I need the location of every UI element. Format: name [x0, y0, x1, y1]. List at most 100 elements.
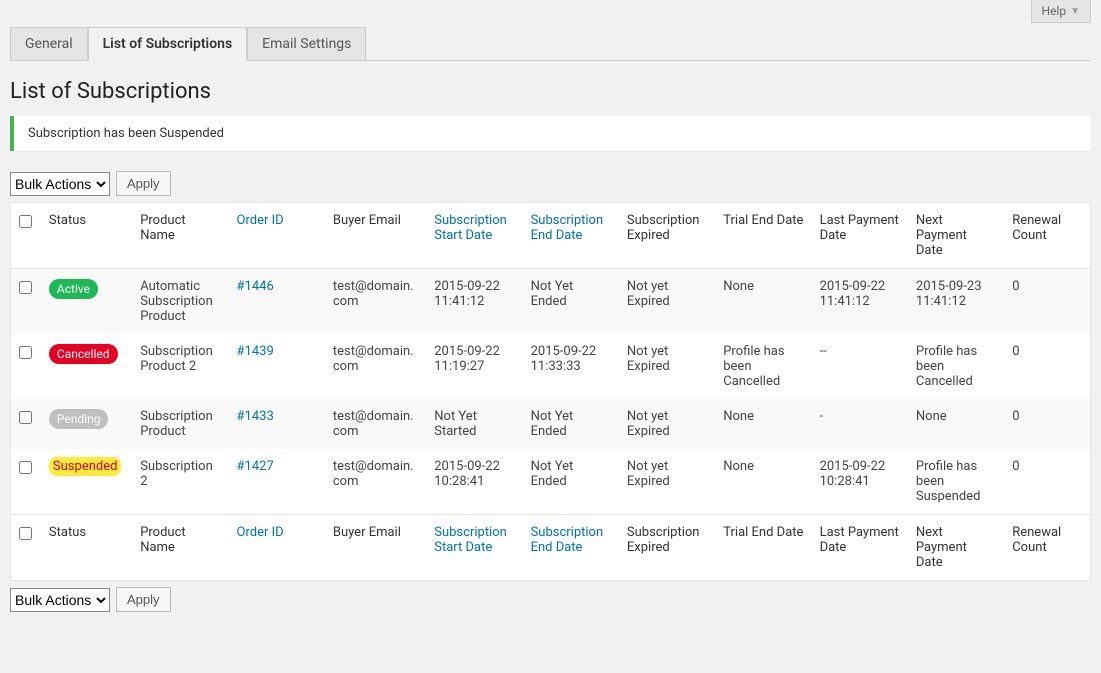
notice-text: Subscription has been Suspended	[28, 126, 224, 141]
order-link[interactable]: #1433	[237, 409, 274, 424]
row-checkbox[interactable]	[19, 346, 32, 359]
col-start-date[interactable]: Subscription Start Date	[426, 515, 522, 581]
cell-product-name: Subscription Product 2	[132, 334, 228, 399]
col-order-id[interactable]: Order ID	[229, 515, 325, 581]
col-last-payment: Last Payment Date	[812, 515, 908, 581]
cell-next-payment: None	[908, 399, 1004, 449]
cell-last-payment: 2015-09-22 10:28:41	[812, 449, 908, 515]
row-checkbox[interactable]	[19, 281, 32, 294]
cell-order-id: #1446	[229, 269, 325, 335]
col-renewal-count: Renewal Count	[1004, 203, 1090, 269]
cell-status: Cancelled	[41, 334, 132, 399]
col-order-id[interactable]: Order ID	[229, 203, 325, 269]
cell-next-payment: 2015-09-23 11:41:12	[908, 269, 1004, 335]
cell-expired: Not yet Expired	[619, 334, 715, 399]
status-badge: Suspended	[49, 457, 122, 476]
cell-last-payment: 2015-09-22 11:41:12	[812, 269, 908, 335]
col-end-date[interactable]: Subscription End Date	[523, 203, 619, 269]
tablenav-top: Bulk Actions Apply	[10, 165, 1091, 202]
cell-trial-end: Profile has been Cancelled	[715, 334, 811, 399]
cell-end-date: Not Yet Ended	[523, 399, 619, 449]
cell-renewal-count: 0	[1004, 399, 1090, 449]
cell-buyer-email: test@domain.com	[325, 269, 426, 335]
cell-renewal-count: 0	[1004, 269, 1090, 335]
col-last-payment: Last Payment Date	[812, 203, 908, 269]
apply-button-top[interactable]: Apply	[116, 171, 171, 196]
col-status: Status	[41, 203, 132, 269]
col-buyer-email: Buyer Email	[325, 203, 426, 269]
order-link[interactable]: #1439	[237, 344, 274, 359]
col-product-name: Product Name	[132, 515, 228, 581]
row-checkbox[interactable]	[19, 461, 32, 474]
table-row: Cancelled Subscription Product 2 #1439 test…	[11, 334, 1091, 399]
cell-last-payment: --	[812, 334, 908, 399]
bulk-actions-select-top[interactable]: Bulk Actions	[10, 172, 110, 196]
cell-trial-end: None	[715, 269, 811, 335]
tab-email-settings[interactable]: Email Settings	[247, 27, 366, 61]
chevron-down-icon: ▼	[1070, 6, 1080, 17]
table-row: Active Automatic Subscription Product #144…	[11, 269, 1091, 335]
cell-buyer-email: test@domain.com	[325, 334, 426, 399]
col-next-payment: Next Payment Date	[908, 203, 1004, 269]
help-tab[interactable]: Help ▼	[1031, 0, 1092, 23]
row-checkbox[interactable]	[19, 411, 32, 424]
cell-status: Pending	[41, 399, 132, 449]
col-expired: Subscription Expired	[619, 515, 715, 581]
cell-expired: Not yet Expired	[619, 269, 715, 335]
cell-expired: Not yet Expired	[619, 449, 715, 515]
col-start-date[interactable]: Subscription Start Date	[426, 203, 522, 269]
settings-tabs: General List of Subscriptions Email Sett…	[10, 27, 1091, 61]
status-badge: Active	[49, 279, 98, 299]
select-all-top[interactable]	[19, 215, 32, 228]
cell-last-payment: -	[812, 399, 908, 449]
cell-end-date: Not Yet Ended	[523, 269, 619, 335]
select-all-bottom[interactable]	[19, 527, 32, 540]
cell-status: Suspended	[41, 449, 132, 515]
col-trial-end: Trial End Date	[715, 203, 811, 269]
success-notice: Subscription has been Suspended	[10, 116, 1091, 151]
help-label: Help	[1042, 4, 1067, 18]
order-link[interactable]: #1446	[237, 279, 274, 294]
page-title: List of Subscriptions	[10, 79, 1091, 104]
cell-next-payment: Profile has been Suspended	[908, 449, 1004, 515]
tab-general[interactable]: General	[10, 27, 88, 61]
order-link[interactable]: #1427	[237, 459, 274, 474]
col-next-payment: Next Payment Date	[908, 515, 1004, 581]
bulk-actions-select-bottom[interactable]: Bulk Actions	[10, 588, 110, 612]
tab-list-subscriptions[interactable]: List of Subscriptions	[88, 27, 248, 61]
tablenav-bottom: Bulk Actions Apply	[10, 581, 1091, 618]
cell-order-id: #1439	[229, 334, 325, 399]
col-trial-end: Trial End Date	[715, 515, 811, 581]
cell-order-id: #1433	[229, 399, 325, 449]
cell-buyer-email: test@domain.com	[325, 449, 426, 515]
cell-next-payment: Profile has been Cancelled	[908, 334, 1004, 399]
col-product-name: Product Name	[132, 203, 228, 269]
cell-end-date: 2015-09-22 11:33:33	[523, 334, 619, 399]
cell-expired: Not yet Expired	[619, 399, 715, 449]
cell-renewal-count: 0	[1004, 334, 1090, 399]
cell-start-date: Not Yet Started	[426, 399, 522, 449]
cell-start-date: 2015-09-22 10:28:41	[426, 449, 522, 515]
cell-product-name: Subscription Product	[132, 399, 228, 449]
cell-start-date: 2015-09-22 11:41:12	[426, 269, 522, 335]
cell-product-name: Automatic Subscription Product	[132, 269, 228, 335]
apply-button-bottom[interactable]: Apply	[116, 587, 171, 612]
cell-end-date: Not Yet Ended	[523, 449, 619, 515]
col-buyer-email: Buyer Email	[325, 515, 426, 581]
table-row: PendingSubscription Product#1433test@dom…	[11, 399, 1091, 449]
status-badge: Pending	[49, 409, 109, 429]
col-status: Status	[41, 515, 132, 581]
subscriptions-table: Status Product Name Order ID Buyer Email…	[10, 202, 1091, 581]
cell-trial-end: None	[715, 449, 811, 515]
col-expired: Subscription Expired	[619, 203, 715, 269]
table-row: Suspended Subscription 2 #1427 test@domain.…	[11, 449, 1091, 515]
cell-status: Active	[41, 269, 132, 335]
cell-renewal-count: 0	[1004, 449, 1090, 515]
cell-order-id: #1427	[229, 449, 325, 515]
status-badge: Cancelled	[49, 344, 118, 364]
col-renewal-count: Renewal Count	[1004, 515, 1090, 581]
cell-product-name: Subscription 2	[132, 449, 228, 515]
cell-trial-end: None	[715, 399, 811, 449]
cell-start-date: 2015-09-22 11:19:27	[426, 334, 522, 399]
col-end-date[interactable]: Subscription End Date	[523, 515, 619, 581]
